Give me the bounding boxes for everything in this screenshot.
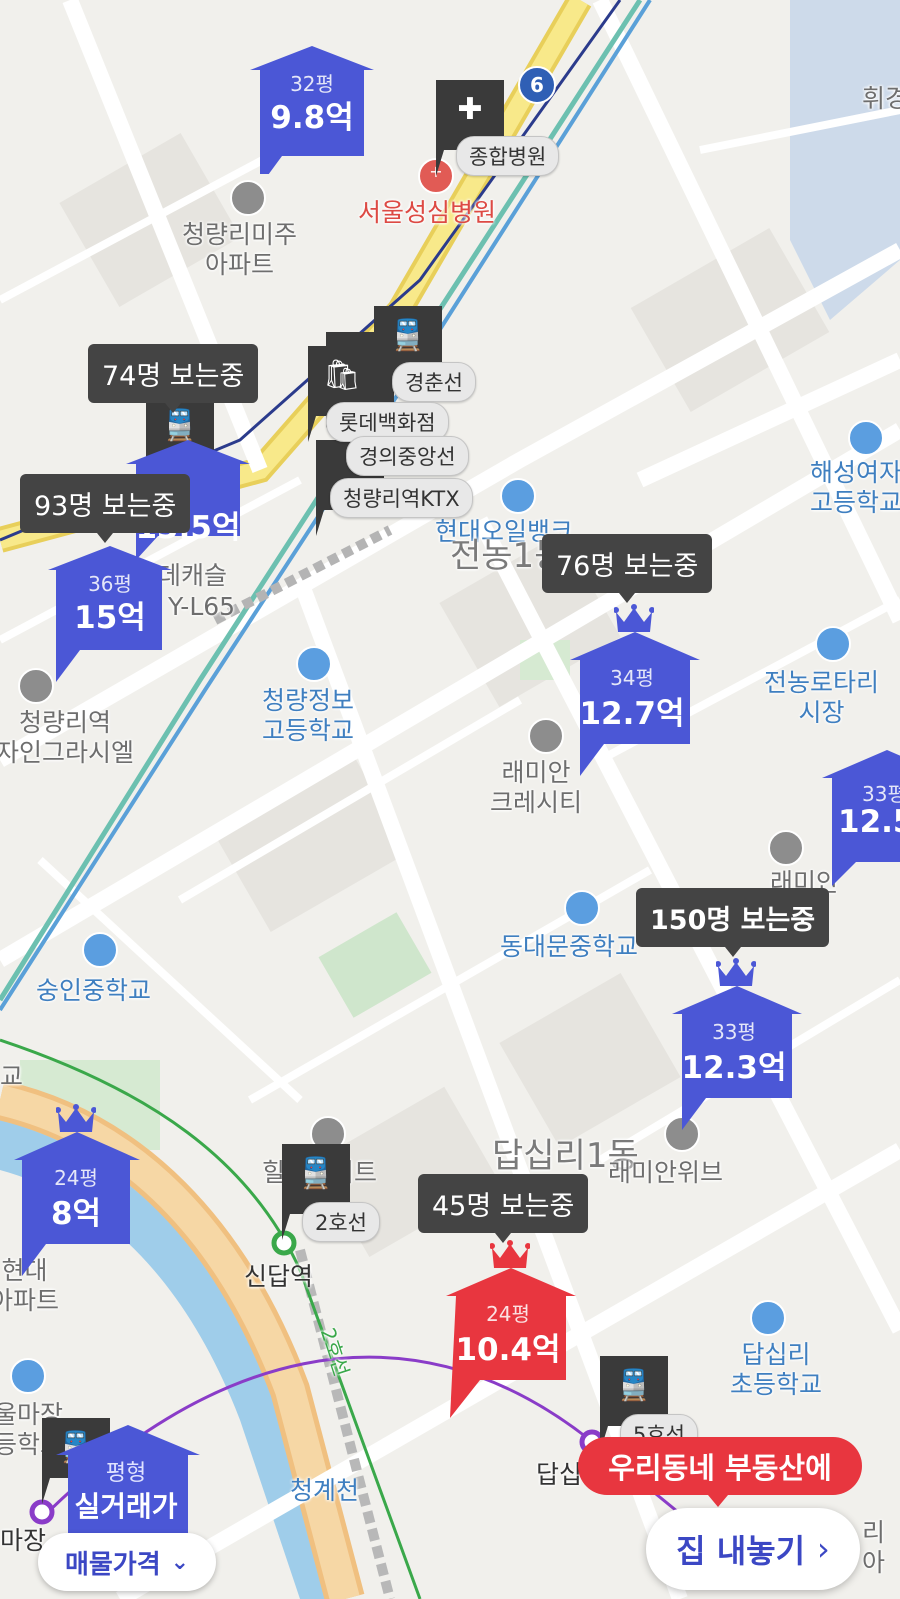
map-label-sindap[interactable]: 신답역 — [244, 1262, 313, 1292]
price-marker[interactable]: 36평 15억 — [48, 546, 172, 682]
map-label-castle-code: Y-L65 — [168, 592, 236, 621]
marker-price: 12.3억 — [681, 1050, 787, 1086]
map-label-school-left: 교 — [0, 1062, 24, 1091]
plus-icon: ✚ — [457, 92, 483, 127]
map-label-cheonggyecheon: 청계천 — [290, 1476, 360, 1505]
train-icon: 🚆 — [615, 1368, 653, 1403]
shopping-bag-icon: 🛍 — [322, 358, 362, 393]
price-marker[interactable]: 32평 9.8억 — [250, 46, 374, 174]
map-label-dapsimni-station[interactable]: 답십 — [536, 1460, 582, 1490]
price-marker-highlighted[interactable]: 24평 10.4억 — [446, 1268, 576, 1418]
apartment-icon[interactable] — [230, 180, 266, 216]
price-marker[interactable]: 33평 12.5 — [822, 750, 900, 886]
market-icon[interactable] — [815, 626, 851, 662]
line-6-badge: 6 — [518, 66, 556, 104]
chevron-right-icon: › — [817, 1530, 830, 1568]
dropdown-label: 매물가격 — [64, 1549, 161, 1580]
map-label-rotary-market[interactable]: 전농로타리 시장 — [764, 668, 879, 728]
map-label-cheongryang-hs[interactable]: 청량정보 고등학교 — [262, 686, 354, 746]
marker-size: 33평 — [862, 782, 900, 806]
marker-price: 9.8억 — [270, 100, 354, 136]
crown-icon — [716, 958, 756, 986]
marker-size: 33평 — [712, 1020, 756, 1044]
legend-type-label: 실거래가 — [74, 1490, 178, 1523]
school-icon[interactable] — [82, 932, 118, 968]
viewers-bubble: 150명 보는중 — [636, 888, 830, 957]
map-canvas[interactable]: 휘경 서울성심병원 청량리미주 아파트 현대오일뱅크 전농1동 데캐슬 Y-L6… — [0, 0, 900, 1599]
price-marker[interactable]: 24평 8억 — [14, 1132, 140, 1276]
map-label-dongdaemun-ms[interactable]: 동대문중학교 — [500, 932, 638, 962]
map-label-ri-apt: 리 아 — [862, 1518, 886, 1577]
marker-price: 8억 — [50, 1196, 102, 1232]
map-label-hospital[interactable]: 서울성심병원 — [358, 198, 496, 228]
marker-size: 34평 — [610, 666, 654, 690]
apartment-icon[interactable] — [528, 718, 564, 754]
marker-price: 12.5 — [838, 804, 900, 840]
map-label-haesung-hs[interactable]: 해성여자 고등학교 — [810, 458, 900, 518]
list-home-button[interactable]: 집 내놓기 › — [646, 1508, 860, 1590]
school-icon[interactable] — [848, 420, 884, 456]
viewers-bubble: 45명 보는중 — [418, 1174, 589, 1243]
school-icon[interactable] — [296, 646, 332, 682]
gas-station-icon[interactable] — [500, 478, 536, 514]
train-icon: 🚆 — [297, 1156, 335, 1191]
chip-ktx[interactable]: 청량리역KTX — [330, 478, 473, 518]
marker-price: 15억 — [74, 600, 146, 636]
map-label-raemian-xi[interactable]: 래미안 크레시티 — [490, 758, 582, 818]
school-icon[interactable] — [10, 1358, 46, 1394]
map-label-cheongnyangni-apt[interactable]: 청량리역 자인그라시엘 — [0, 708, 134, 768]
map-label-dapsimni-es[interactable]: 답십리 초등학교 — [730, 1340, 822, 1400]
marker-price: 10.4억 — [455, 1332, 561, 1368]
price-marker[interactable]: 33평 12.3억 — [672, 986, 802, 1130]
price-type-dropdown[interactable]: 매물가격 ⌄ — [38, 1533, 216, 1591]
map-label-sungin-ms[interactable]: 숭인중학교 — [36, 976, 151, 1006]
price-marker[interactable]: 34평 12.7억 — [570, 632, 700, 776]
map-label-miju-apt[interactable]: 청량리미주 아파트 — [182, 220, 297, 280]
school-icon[interactable] — [750, 1300, 786, 1336]
map-label-hwigyeong: 휘경 — [862, 84, 900, 113]
chip-hospital[interactable]: 종합병원 — [456, 136, 560, 176]
train-icon: 🚆 — [161, 408, 199, 443]
crown-icon — [614, 604, 654, 632]
legend-size-label: 평형 — [105, 1461, 147, 1486]
viewers-bubble: 74명 보는중 — [88, 344, 259, 413]
chip-gyeongui[interactable]: 경의중앙선 — [346, 436, 469, 476]
viewers-bubble: 76명 보는중 — [542, 534, 713, 603]
cta-label: 집 내놓기 — [676, 1532, 806, 1570]
chevron-down-icon: ⌄ — [170, 1549, 190, 1575]
chip-gyeongchun[interactable]: 경춘선 — [392, 362, 476, 402]
viewers-bubble: 93명 보는중 — [20, 474, 191, 543]
promo-banner[interactable]: 우리동네 부동산에 — [578, 1437, 862, 1507]
crown-icon — [56, 1104, 96, 1132]
chip-line2[interactable]: 2호선 — [302, 1202, 381, 1242]
marker-size: 24평 — [486, 1302, 530, 1326]
school-icon[interactable] — [564, 890, 600, 926]
marker-size: 24평 — [54, 1166, 98, 1190]
apartment-icon[interactable] — [768, 830, 804, 866]
marker-price: 12.7억 — [579, 696, 685, 732]
crown-icon — [490, 1240, 530, 1268]
map-label-raemian-wive[interactable]: 래미안위브 — [608, 1158, 723, 1188]
